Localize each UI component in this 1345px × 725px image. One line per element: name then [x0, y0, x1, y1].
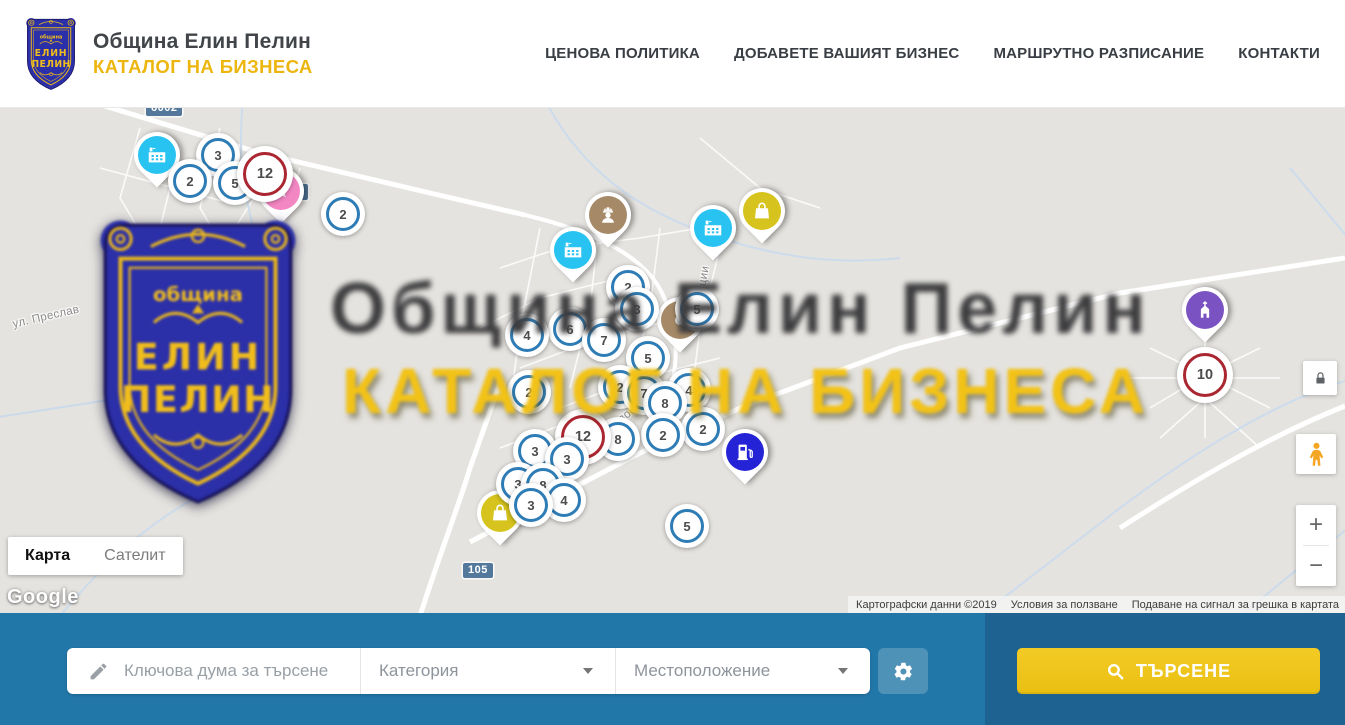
cluster-marker[interactable]: 12 [237, 146, 293, 202]
search-submit-area: ТЪРСЕНЕ [985, 613, 1345, 725]
zoom-control: + − [1296, 505, 1336, 586]
cluster-count: 2 [512, 375, 546, 409]
zoom-out-button[interactable]: − [1296, 546, 1336, 586]
cluster-marker[interactable]: 2 [641, 413, 685, 457]
brand[interactable]: Община Елин Пелин КАТАЛОГ НА БИЗНЕСА [22, 15, 313, 93]
search-panel: Категория Местоположение ТЪРСЕНЕ [0, 613, 1345, 725]
location-label: Местоположение [634, 661, 770, 681]
keyword-input[interactable] [122, 660, 356, 682]
pegman-icon [1303, 441, 1330, 468]
chevron-down-icon [583, 668, 593, 674]
pegman-button[interactable] [1296, 434, 1336, 474]
cluster-count: 5 [670, 509, 704, 543]
cluster-count: 5 [631, 341, 665, 375]
cluster-count: 5 [680, 292, 714, 326]
cluster-marker[interactable]: 3 [615, 287, 659, 331]
worker-icon [589, 196, 627, 234]
lock-icon [1313, 371, 1328, 386]
nav-pricing-policy[interactable]: ЦЕНОВА ПОЛИТИКА [545, 45, 700, 62]
terms-of-use-link[interactable]: Условия за ползване [1011, 599, 1118, 611]
road-badge: 6002 [146, 108, 182, 116]
page: Община Елин Пелин КАТАЛОГ НА БИЗНЕСА ЦЕН… [0, 0, 1345, 725]
zoom-in-button[interactable]: + [1296, 505, 1336, 545]
map-copyright: Картографски данни ©2019 [856, 599, 997, 611]
cluster-count: 2 [326, 197, 360, 231]
road-badge: 105 [463, 563, 493, 578]
cluster-count: 4 [510, 318, 544, 352]
search-fields: Категория Местоположение [67, 648, 870, 694]
cluster-marker[interactable]: 2 [681, 407, 725, 451]
keyword-field[interactable] [67, 648, 360, 694]
google-logo[interactable]: Google [7, 586, 79, 609]
brand-text: Община Елин Пелин КАТАЛОГ НА БИЗНЕСА [93, 30, 313, 78]
church-icon [1186, 291, 1224, 329]
cluster-marker[interactable]: 5 [665, 504, 709, 548]
search-button-label: ТЪРСЕНЕ [1136, 661, 1231, 682]
map-canvas[interactable]: ул. Преслав бул. „Новосел ции 6002 105 3… [0, 108, 1345, 613]
cluster-marker[interactable]: 4 [505, 313, 549, 357]
main-nav: ЦЕНОВА ПОЛИТИКА ДОБАВЕТЕ ВАШИЯТ БИЗНЕС М… [511, 45, 1320, 62]
cluster-count: 10 [1183, 353, 1227, 397]
site-title: Община Елин Пелин [93, 30, 313, 54]
nav-add-your-business[interactable]: ДОБАВЕТЕ ВАШИЯТ БИЗНЕС [734, 45, 959, 62]
chevron-down-icon [838, 668, 848, 674]
map-type-control: Карта Сателит [8, 537, 183, 575]
header: Община Елин Пелин КАТАЛОГ НА БИЗНЕСА ЦЕН… [0, 0, 1345, 108]
site-subtitle: КАТАЛОГ НА БИЗНЕСА [93, 56, 313, 78]
report-map-error-link[interactable]: Подаване на сигнал за грешка в картата [1132, 599, 1339, 611]
cluster-marker[interactable]: 7 [582, 318, 626, 362]
category-select[interactable]: Категория [360, 648, 615, 694]
cluster-count: 2 [646, 418, 680, 452]
fullscreen-lock-button[interactable] [1303, 361, 1337, 395]
cluster-count: 3 [620, 292, 654, 326]
gear-icon [893, 661, 914, 682]
cluster-marker[interactable]: 5 [675, 287, 719, 331]
cluster-marker[interactable]: 10 [1177, 347, 1233, 403]
nav-route-schedule[interactable]: МАРШРУТНО РАЗПИСАНИЕ [993, 45, 1204, 62]
fuel-icon [726, 433, 764, 471]
map-type-map-button[interactable]: Карта [8, 537, 87, 575]
cluster-count: 2 [686, 412, 720, 446]
municipality-crest-logo [22, 15, 80, 93]
map-type-satellite-button[interactable]: Сателит [87, 537, 182, 575]
cluster-count: 12 [243, 152, 287, 196]
search-button[interactable]: ТЪРСЕНЕ [1017, 648, 1320, 694]
cluster-marker[interactable]: 2 [507, 370, 551, 414]
cluster-count: 2 [173, 164, 207, 198]
cluster-marker[interactable]: 2 [321, 192, 365, 236]
location-select[interactable]: Местоположение [615, 648, 870, 694]
factory-icon [554, 231, 592, 269]
nav-contacts[interactable]: КОНТАКТИ [1238, 45, 1320, 62]
factory-icon [694, 209, 732, 247]
pencil-icon [88, 661, 109, 682]
cluster-count: 3 [514, 488, 548, 522]
settings-button[interactable] [878, 648, 928, 694]
cluster-marker[interactable]: 2 [168, 159, 212, 203]
bag-icon [743, 192, 781, 230]
factory-icon [138, 136, 176, 174]
cluster-count: 7 [587, 323, 621, 357]
category-label: Категория [379, 661, 458, 681]
cluster-marker[interactable]: 3 [509, 483, 553, 527]
map-attribution: Картографски данни ©2019 Условия за полз… [848, 596, 1345, 613]
search-icon [1106, 662, 1125, 681]
